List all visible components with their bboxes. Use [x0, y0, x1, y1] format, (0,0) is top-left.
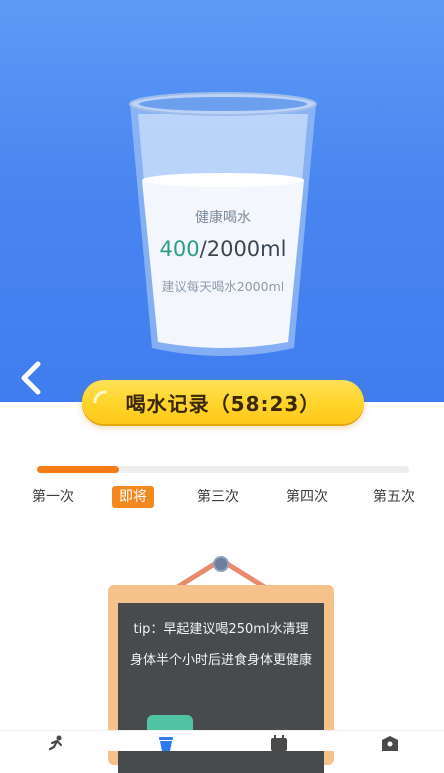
record-label: 喝水记录（58:23） — [125, 391, 321, 416]
suggestion-text: 建议每天喝水2000ml — [161, 279, 285, 294]
running-icon[interactable] — [46, 735, 68, 751]
step-4[interactable]: 第四次 — [283, 486, 331, 508]
nail-icon — [213, 556, 229, 572]
chevron-left-icon — [21, 361, 41, 395]
drink-schedule: 第一次 即将 第三次 第四次 第五次 — [0, 486, 444, 510]
glass-label: 健康喝水 — [195, 210, 251, 226]
hero-section: 健康喝水 400/2000ml 建议每天喝水2000ml — [0, 0, 444, 402]
drink-record-button[interactable]: 喝水记录（58:23） — [82, 380, 364, 424]
drink-progress-bar — [37, 466, 409, 473]
calendar-icon[interactable] — [268, 735, 290, 751]
step-5[interactable]: 第五次 — [370, 486, 418, 508]
water-cup-icon[interactable] — [155, 735, 177, 751]
goal-amount: /2000ml — [199, 237, 287, 261]
spinner-icon — [93, 390, 107, 404]
profile-icon[interactable] — [379, 735, 401, 751]
step-1[interactable]: 第一次 — [30, 486, 76, 508]
back-button[interactable] — [14, 358, 50, 398]
bottom-nav — [0, 730, 444, 751]
water-amount: 400/2000ml — [140, 237, 306, 261]
tip-board: tip：早起建议喝250ml水清理身体半个小时后进食身体更健康 — [108, 548, 336, 773]
current-amount: 400 — [159, 237, 200, 261]
tip-text: tip：早起建议喝250ml水清理身体半个小时后进食身体更健康 — [129, 622, 312, 668]
step-3[interactable]: 第三次 — [194, 486, 242, 508]
drink-progress-fill — [37, 466, 119, 473]
step-2[interactable]: 即将 — [112, 486, 154, 508]
